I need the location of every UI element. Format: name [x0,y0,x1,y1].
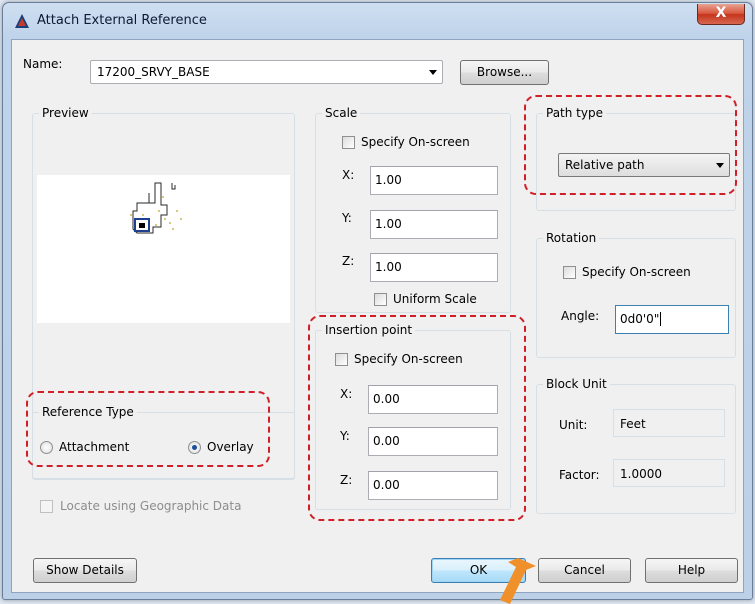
insertion-point-group: Insertion point Specify On-screen X: 0.0… [315,323,511,510]
name-dropdown-value: 17200_SRVY_BASE [97,65,210,79]
uniform-scale-checkbox[interactable] [374,293,387,306]
scale-x-value: 1.00 [375,173,402,187]
rotation-group: Rotation Specify On-screen Angle: 0d0'0" [536,231,736,358]
rotation-specify-label: Specify On-screen [582,265,691,279]
name-dropdown[interactable]: 17200_SRVY_BASE [90,60,443,84]
path-type-legend: Path type [543,106,606,120]
radio-overlay[interactable] [188,441,201,454]
chevron-down-icon [429,70,437,75]
preview-image [37,175,290,323]
attach-xref-dialog: Attach External Reference X Name: 17200_… [2,2,753,600]
radio-selected-dot [192,445,197,450]
uniform-scale-label: Uniform Scale [393,292,477,306]
unit-value: Feet [620,417,646,431]
locate-geo-label: Locate using Geographic Data [60,499,242,513]
help-button[interactable]: Help [645,558,738,583]
insertion-x-input[interactable]: 0.00 [368,385,498,414]
browse-button-label: Browse... [476,65,533,79]
block-unit-legend: Block Unit [543,377,610,391]
radio-attachment-label: Attachment [59,440,130,454]
close-icon: X [715,5,727,21]
radio-overlay-label: Overlay [207,440,254,454]
path-type-dropdown[interactable]: Relative path [558,153,730,177]
insertion-z-label: Z: [340,473,353,487]
insertion-y-input[interactable]: 0.00 [368,427,498,456]
unit-label: Unit: [559,418,588,432]
name-label: Name: [23,57,63,71]
unit-value-box: Feet [613,409,725,437]
factor-value: 1.0000 [620,467,662,481]
scale-y-input[interactable]: 1.00 [370,210,498,239]
scale-specify-checkbox[interactable] [342,136,355,149]
insertion-z-input[interactable]: 0.00 [368,471,498,500]
dialog-client-area: Name: 17200_SRVY_BASE Browse... Preview [11,39,744,593]
window-title: Attach External Reference [37,13,207,28]
close-button[interactable]: X [697,4,745,25]
scale-legend: Scale [322,106,361,120]
factor-label: Factor: [559,468,600,482]
radio-attachment[interactable] [40,441,53,454]
preview-legend: Preview [39,106,92,120]
scale-z-input[interactable]: 1.00 [370,253,498,282]
reference-type-group: Reference Type Attachment Overlay [32,405,295,479]
help-label: Help [677,563,706,577]
autocad-app-icon [15,14,29,28]
factor-value-box: 1.0000 [613,459,725,487]
chevron-down-icon [716,163,724,168]
browse-button[interactable]: Browse... [460,60,549,85]
angle-input[interactable]: 0d0'0" [615,305,729,334]
insertion-z-value: 0.00 [373,478,400,492]
angle-value: 0d0'0" [620,312,660,326]
cancel-button[interactable]: Cancel [538,558,631,583]
arrow-pointer-icon [500,558,536,604]
scale-x-input[interactable]: 1.00 [370,166,498,195]
scale-y-label: Y: [342,211,352,225]
insertion-specify-checkbox[interactable] [335,353,348,366]
scale-z-value: 1.00 [375,260,402,274]
cancel-label: Cancel [564,563,605,577]
scale-y-value: 1.00 [375,217,402,231]
scale-x-label: X: [342,168,355,182]
drawing-thumbnail [130,182,182,234]
title-bar[interactable]: Attach External Reference X [3,3,752,39]
scale-specify-label: Specify On-screen [361,135,470,149]
path-type-group: Path type Relative path [536,106,736,211]
scale-z-label: Z: [342,254,355,268]
locate-geo-checkbox[interactable] [40,500,53,513]
path-type-value: Relative path [565,158,645,172]
angle-label: Angle: [561,309,600,323]
insertion-y-value: 0.00 [373,434,400,448]
rotation-specify-checkbox[interactable] [563,266,576,279]
show-details-label: Show Details [46,563,124,577]
show-details-button[interactable]: Show Details [33,558,137,583]
rotation-legend: Rotation [543,231,600,245]
text-cursor [660,312,662,326]
block-unit-group: Block Unit Unit: Feet Factor: 1.0000 [536,377,736,514]
reference-type-legend: Reference Type [39,405,137,419]
insertion-point-legend: Insertion point [322,323,416,337]
scale-group: Scale Specify On-screen X: 1.00 Y: 1.00 … [315,106,511,313]
insertion-specify-label: Specify On-screen [354,352,463,366]
insertion-x-label: X: [340,387,353,401]
insertion-y-label: Y: [340,429,350,443]
insertion-x-value: 0.00 [373,392,400,406]
